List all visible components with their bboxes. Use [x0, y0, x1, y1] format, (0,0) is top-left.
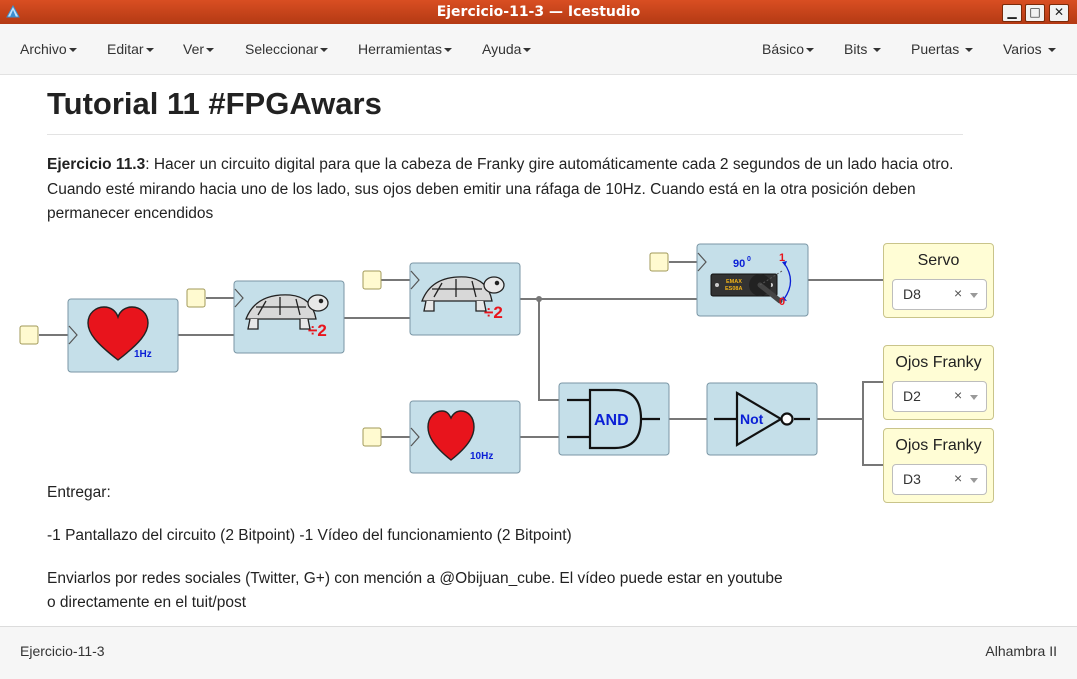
deliver-items: -1 Pantallazo del circuito (2 Bitpoint) … [47, 527, 572, 544]
output-servo-label: Servo [917, 252, 960, 269]
chevron-down-icon [523, 48, 532, 53]
servo-angle-label: 90 [733, 258, 745, 270]
pin-value: D2 [903, 388, 921, 404]
menu-editar[interactable]: Editar [107, 41, 154, 57]
close-button[interactable]: ✕ [1049, 4, 1069, 22]
servo-one-label: 1 [779, 252, 785, 264]
design-canvas[interactable]: Tutorial 11 #FPGAwars Ejercicio 11.3: Ha… [0, 75, 1077, 626]
chevron-down-icon [145, 48, 154, 53]
input-pin-turtle2[interactable] [362, 270, 382, 290]
send-instructions-line2: o directamente en el tuit/post [47, 594, 247, 611]
output-eyes-block-1[interactable]: Ojos Franky D2 × [883, 345, 994, 420]
menu-puertas[interactable]: Puertas [911, 41, 974, 57]
and-gate-block[interactable]: AND [558, 382, 670, 456]
chevron-down-icon [206, 48, 215, 53]
title-bar: Ejercicio-11-3 — Icestudio ▁ □ ✕ [0, 0, 1077, 24]
project-name: Ejercicio-11-3 [20, 643, 105, 659]
menu-herramientas-label: Herramientas [358, 41, 443, 57]
pin-select-d2[interactable]: D2 × [892, 381, 987, 412]
chevron-down-icon [444, 48, 453, 53]
menu-seleccionar[interactable]: Seleccionar [245, 41, 329, 57]
menu-varios[interactable]: Varios [1003, 41, 1056, 57]
menu-basico-label: Básico [762, 41, 805, 57]
menu-archivo-label: Archivo [20, 41, 67, 57]
servo-model-text: ES08A [725, 286, 742, 292]
divider1-label: ÷2 [308, 321, 327, 340]
chevron-down-icon [1047, 48, 1056, 53]
chevron-down-icon [320, 48, 329, 53]
maximize-button[interactable]: □ [1025, 4, 1045, 22]
status-bar: Ejercicio-11-3 Alhambra II [0, 626, 1077, 679]
menu-archivo[interactable]: Archivo [20, 41, 77, 57]
heart-1hz-block[interactable]: 1Hz [67, 298, 179, 373]
menu-puertas-label: Puertas [911, 41, 960, 57]
output-eyes-label: Ojos Franky [895, 437, 982, 454]
chevron-down-icon[interactable] [970, 293, 978, 298]
servo-zero-label: 0 [779, 296, 785, 308]
chevron-down-icon [873, 48, 882, 53]
menu-bits[interactable]: Bits [844, 41, 882, 57]
clear-icon[interactable]: × [954, 387, 962, 403]
chevron-down-icon[interactable] [970, 478, 978, 483]
chevron-down-icon [965, 48, 974, 53]
chevron-down-icon[interactable] [970, 395, 978, 400]
turtle-divider-block-2[interactable]: ÷2 [409, 262, 521, 336]
pin-select-d3[interactable]: D3 × [892, 464, 987, 495]
heart-10hz-block[interactable]: 10Hz [409, 400, 521, 474]
output-servo-block[interactable]: Servo D8 × [883, 243, 994, 318]
menu-bits-label: Bits [844, 41, 868, 57]
not-gate-block[interactable]: Not [706, 382, 818, 456]
menu-herramientas[interactable]: Herramientas [358, 41, 453, 57]
input-pin-heart1[interactable] [19, 325, 39, 345]
board-selector[interactable]: Alhambra II [985, 643, 1057, 659]
clear-icon[interactable]: × [954, 470, 962, 486]
menu-bar: Archivo Editar Ver Seleccionar Herramien… [0, 24, 1077, 75]
pin-select-d8[interactable]: D8 × [892, 279, 987, 310]
output-eyes-label: Ojos Franky [895, 354, 982, 371]
menu-varios-label: Varios [1003, 41, 1042, 57]
and-gate-label: AND [594, 412, 629, 429]
window-title: Ejercicio-11-3 — Icestudio [436, 4, 641, 20]
input-pin-heart2[interactable] [362, 427, 382, 447]
send-instructions-line1: Enviarlos por redes sociales (Twitter, G… [47, 570, 783, 587]
menu-ver-label: Ver [183, 41, 205, 57]
heart2-freq-label: 10Hz [470, 451, 493, 462]
heart1-freq-label: 1Hz [134, 349, 152, 360]
chevron-down-icon [806, 48, 815, 53]
chevron-down-icon [68, 48, 77, 53]
menu-ayuda[interactable]: Ayuda [482, 41, 532, 57]
servo-block[interactable]: EMAX ES08A 90 0 1 0 [696, 243, 809, 317]
menu-ayuda-label: Ayuda [482, 41, 522, 57]
menu-seleccionar-label: Seleccionar [245, 41, 319, 57]
input-pin-servo[interactable] [649, 252, 669, 272]
pin-value: D8 [903, 286, 921, 302]
pin-value: D3 [903, 471, 921, 487]
menu-ver[interactable]: Ver [183, 41, 215, 57]
not-gate-label: Not [740, 411, 764, 427]
menu-basico[interactable]: Básico [762, 41, 815, 57]
menu-editar-label: Editar [107, 41, 144, 57]
servo-brand-text: EMAX [726, 279, 742, 285]
input-pin-turtle1[interactable] [186, 288, 206, 308]
divider2-label: ÷2 [484, 303, 503, 322]
deliver-heading: Entregar: [47, 484, 111, 501]
servo-degree-label: 0 [747, 256, 751, 263]
clear-icon[interactable]: × [954, 285, 962, 301]
minimize-button[interactable]: ▁ [1002, 4, 1022, 22]
output-eyes-block-2[interactable]: Ojos Franky D3 × [883, 428, 994, 503]
turtle-divider-block-1[interactable]: ÷2 [233, 280, 345, 354]
